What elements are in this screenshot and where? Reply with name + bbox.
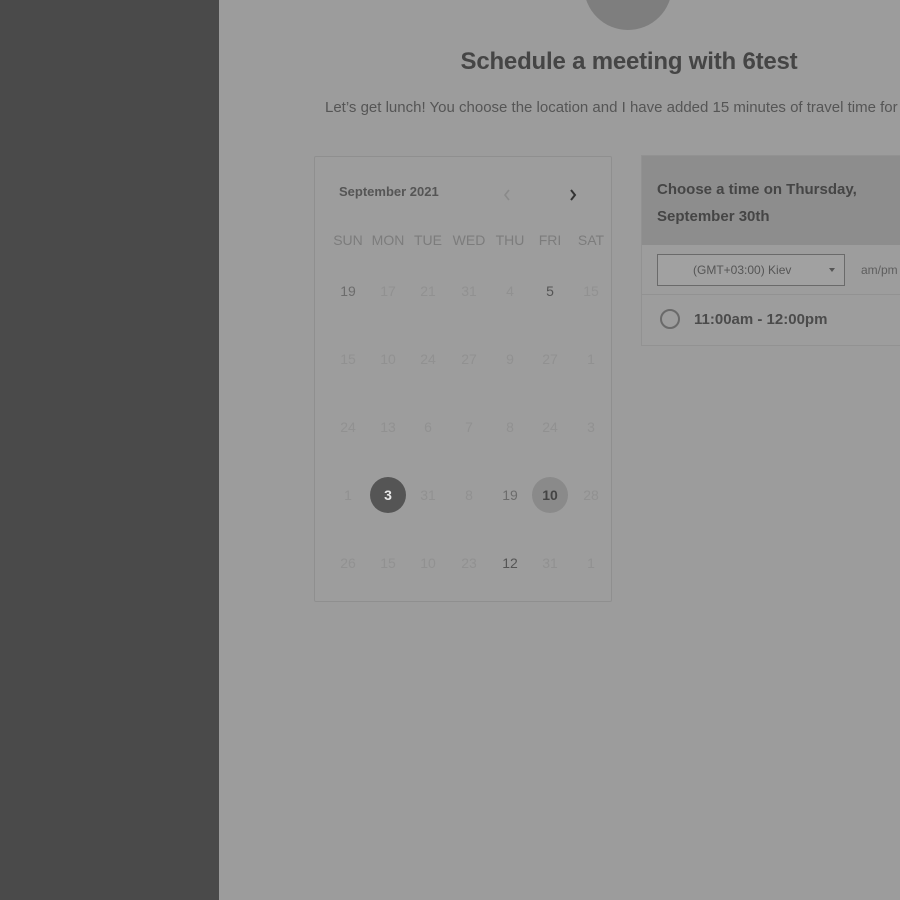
- sidebar: [0, 0, 219, 900]
- calendar-day[interactable]: 21: [410, 273, 446, 309]
- calendar-day[interactable]: 24: [330, 409, 366, 445]
- calendar-day[interactable]: 24: [532, 409, 568, 445]
- caret-down-icon: [829, 268, 835, 272]
- calendar-day[interactable]: 12: [492, 545, 528, 581]
- selected-day[interactable]: 3: [370, 477, 406, 513]
- calendar-day[interactable]: 28: [573, 477, 609, 513]
- calendar-month-label: September 2021: [339, 184, 439, 199]
- calendar-day[interactable]: 5: [532, 273, 568, 309]
- available-day[interactable]: 10: [532, 477, 568, 513]
- calendar-day[interactable]: 1: [573, 545, 609, 581]
- time-slot-label[interactable]: 11:00am - 12:00pm: [694, 311, 827, 328]
- calendar-day[interactable]: 26: [330, 545, 366, 581]
- weekday-label: MON: [371, 232, 405, 248]
- calendar-day[interactable]: 10: [410, 545, 446, 581]
- calendar-day[interactable]: 10: [370, 341, 406, 377]
- time-panel-header: Choose a time on Thursday, September 30t…: [642, 156, 900, 245]
- weekday-label: SUN: [333, 232, 363, 248]
- weekday-label: TUE: [414, 232, 442, 248]
- calendar-day[interactable]: 9: [492, 341, 528, 377]
- calendar-day[interactable]: 6: [410, 409, 446, 445]
- calendar-day[interactable]: 27: [532, 341, 568, 377]
- calendar-day[interactable]: 7: [451, 409, 487, 445]
- meeting-description: Let’s get lunch! You choose the location…: [325, 99, 900, 116]
- calendar-day[interactable]: 17: [370, 273, 406, 309]
- calendar-day[interactable]: 31: [451, 273, 487, 309]
- chevron-left-icon: [503, 189, 510, 201]
- timezone-select[interactable]: (GMT+03:00) Kiev: [657, 254, 845, 286]
- calendar-day[interactable]: 1: [330, 477, 366, 513]
- previous-month-button[interactable]: [495, 183, 519, 207]
- page-title: Schedule a meeting with 6test: [460, 48, 798, 75]
- timezone-value: (GMT+03:00) Kiev: [693, 263, 792, 277]
- time-slot-radio[interactable]: [660, 309, 680, 329]
- divider: [642, 294, 900, 295]
- calendar-day[interactable]: 8: [492, 409, 528, 445]
- calendar: September 2021 SUN MON TUE WED THU FRI SAT 19 1…: [314, 156, 612, 602]
- avatar: [584, 0, 672, 30]
- calendar-day[interactable]: 15: [330, 341, 366, 377]
- weekday-label: WED: [452, 232, 486, 248]
- calendar-day[interactable]: 15: [573, 273, 609, 309]
- calendar-day[interactable]: 13: [370, 409, 406, 445]
- calendar-day[interactable]: 8: [451, 477, 487, 513]
- calendar-day[interactable]: 4: [492, 273, 528, 309]
- calendar-day[interactable]: 3: [573, 409, 609, 445]
- weekday-label: FRI: [538, 232, 562, 248]
- calendar-day[interactable]: 31: [410, 477, 446, 513]
- time-slot-panel: Choose a time on Thursday, September 30t…: [641, 155, 900, 346]
- main-panel: Schedule a meeting with 6test Let’s get …: [219, 0, 900, 900]
- calendar-day[interactable]: 19: [330, 273, 366, 309]
- calendar-day[interactable]: 15: [370, 545, 406, 581]
- time-format-toggle[interactable]: am/pm: [861, 263, 898, 277]
- chevron-right-icon: [570, 189, 577, 201]
- calendar-day[interactable]: 24: [410, 341, 446, 377]
- calendar-day[interactable]: 31: [532, 545, 568, 581]
- time-panel-heading: Choose a time on Thursday, September 30t…: [657, 181, 857, 225]
- calendar-day[interactable]: 19: [492, 477, 528, 513]
- calendar-day[interactable]: 23: [451, 545, 487, 581]
- weekday-label: THU: [495, 232, 525, 248]
- calendar-day[interactable]: 27: [451, 341, 487, 377]
- next-month-button[interactable]: [561, 183, 585, 207]
- calendar-day[interactable]: 1: [573, 341, 609, 377]
- weekday-label: SAT: [577, 232, 605, 248]
